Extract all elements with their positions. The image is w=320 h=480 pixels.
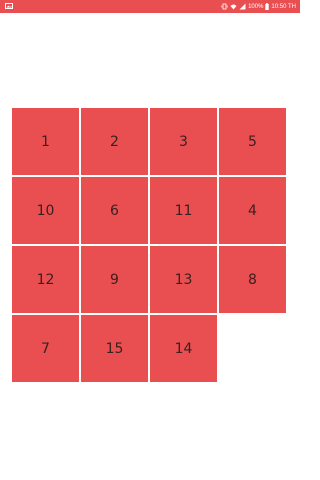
status-bar: 100% 10:50 TH: [0, 0, 300, 13]
battery-percent: 100%: [248, 3, 264, 10]
tile[interactable]: 13: [150, 246, 217, 313]
tile[interactable]: 6: [81, 177, 148, 244]
tile[interactable]: 7: [12, 315, 79, 382]
tile[interactable]: 1: [12, 108, 79, 175]
puzzle-board: 1 2 3 5 10 6 11 4 12 9 13 8 7 15 14: [12, 108, 286, 382]
tile[interactable]: 4: [219, 177, 286, 244]
clock: 10:50 TH: [271, 3, 296, 10]
tile[interactable]: 9: [81, 246, 148, 313]
signal-icon: [239, 3, 246, 10]
image-icon: [5, 3, 13, 9]
wifi-icon: [230, 3, 237, 10]
tile[interactable]: 3: [150, 108, 217, 175]
battery-icon: [265, 3, 270, 10]
tile[interactable]: 11: [150, 177, 217, 244]
tile[interactable]: 15: [81, 315, 148, 382]
tile[interactable]: 10: [12, 177, 79, 244]
tile[interactable]: 8: [219, 246, 286, 313]
vibrate-icon: [221, 3, 228, 10]
tile[interactable]: 12: [12, 246, 79, 313]
status-icons: 100% 10:50 TH: [221, 0, 296, 13]
empty-slot[interactable]: [219, 315, 286, 382]
tile[interactable]: 2: [81, 108, 148, 175]
tile[interactable]: 5: [219, 108, 286, 175]
tile[interactable]: 14: [150, 315, 217, 382]
